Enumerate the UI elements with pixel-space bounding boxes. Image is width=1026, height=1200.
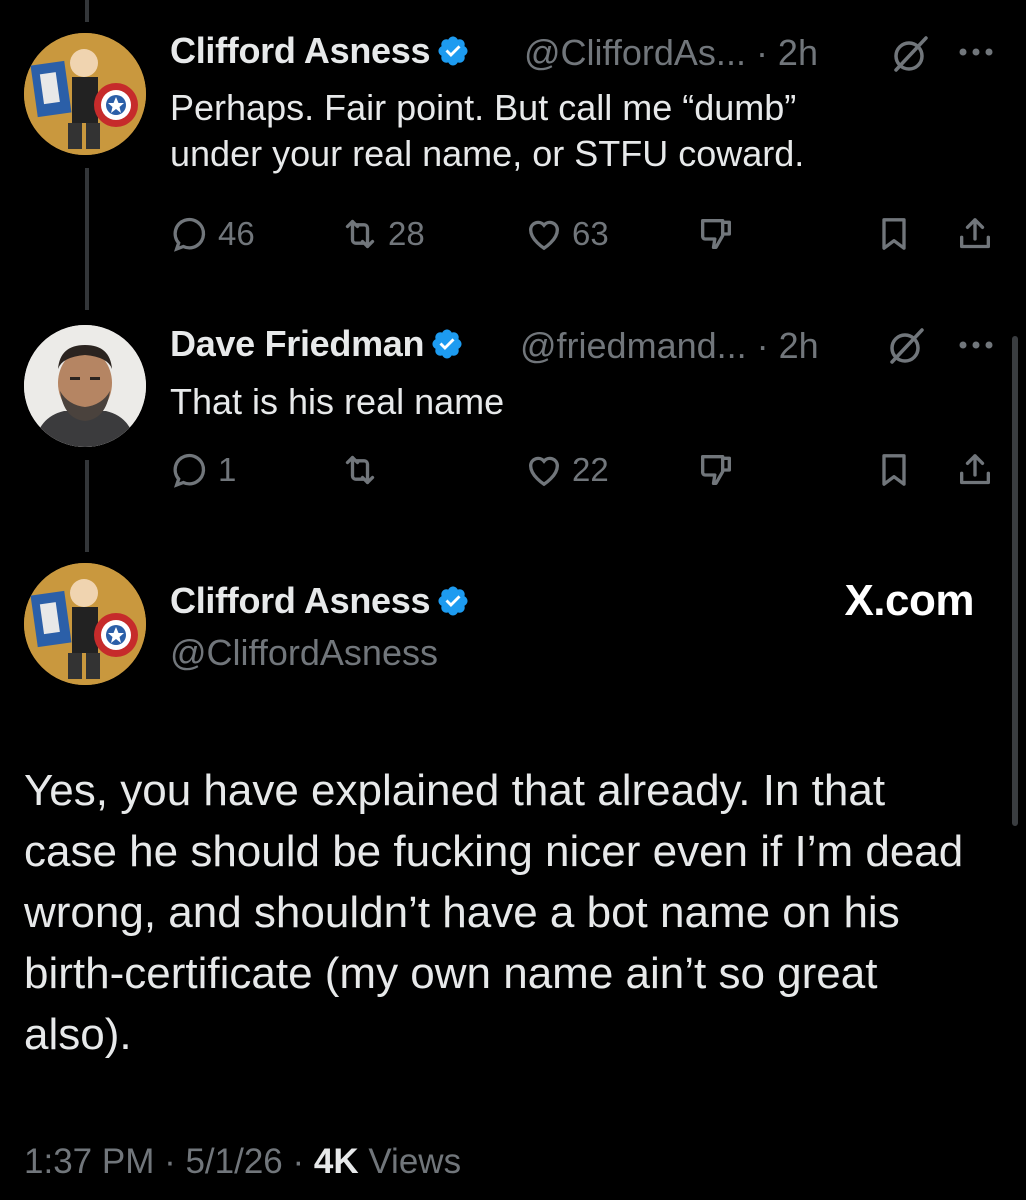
like-button[interactable]: 22: [524, 450, 609, 490]
dislike-icon: [701, 455, 731, 485]
tweet-text-line: That is his real name: [170, 381, 505, 422]
verified-icon: [432, 329, 462, 359]
reply-count: 1: [218, 451, 237, 488]
author-handle[interactable]: @CliffordAsness: [170, 632, 438, 674]
handle-timestamp[interactable]: @CliffordAs... · 2h: [524, 32, 818, 74]
repost-button[interactable]: [340, 450, 388, 490]
tweet-meta: 1:37 PM · 5/1/26 · 4K Views: [24, 1142, 461, 1182]
like-icon: [528, 456, 560, 487]
author-name[interactable]: Clifford Asness: [170, 30, 470, 72]
views-count: 4K: [313, 1142, 359, 1181]
more-icon[interactable]: [958, 46, 994, 58]
grok-icon[interactable]: [890, 34, 930, 74]
share-icon: [960, 218, 990, 249]
bookmark-button[interactable]: [874, 450, 914, 490]
thread-line-2: [85, 460, 89, 552]
repost-count: 28: [388, 215, 425, 252]
avatar[interactable]: [24, 563, 146, 685]
tweet-text: That is his real name: [170, 379, 504, 425]
like-count: 63: [572, 215, 609, 252]
reply-icon: [173, 217, 206, 252]
thread-line-1: [85, 168, 89, 310]
repost-icon: [345, 455, 375, 485]
repost-icon: [345, 219, 375, 249]
verified-icon: [438, 586, 468, 616]
avatar[interactable]: [24, 325, 146, 447]
dislike-button[interactable]: [696, 214, 736, 254]
avatar[interactable]: [24, 33, 146, 155]
grok-icon[interactable]: [886, 326, 926, 366]
share-icon: [960, 454, 990, 485]
dislike-icon: [701, 219, 731, 249]
like-button[interactable]: 63: [524, 214, 609, 254]
like-icon: [528, 220, 560, 251]
share-button[interactable]: [955, 450, 995, 490]
handle-timestamp[interactable]: @friedmand... · 2h: [520, 325, 819, 367]
brand-watermark: X.com: [844, 576, 974, 625]
views-label: Views: [358, 1142, 462, 1181]
bookmark-button[interactable]: [874, 214, 914, 254]
bookmark-icon: [882, 218, 906, 250]
author-name[interactable]: Clifford Asness: [170, 580, 470, 622]
reply-button[interactable]: 46: [170, 214, 255, 254]
thread-line-top: [85, 0, 89, 22]
author-name-text[interactable]: Clifford Asness: [170, 30, 431, 71]
share-button[interactable]: [955, 214, 995, 254]
author-name-text[interactable]: Clifford Asness: [170, 580, 431, 621]
reply-icon: [173, 453, 206, 488]
tweet-text-line: Perhaps. Fair point. But call me “dumb”: [170, 87, 797, 128]
main-tweet-text: Yes, you have explained that already. In…: [24, 766, 964, 1059]
reply-button[interactable]: 1: [170, 450, 236, 490]
repost-button[interactable]: 28: [340, 214, 425, 254]
like-count: 22: [572, 451, 609, 488]
dislike-button[interactable]: [696, 450, 736, 490]
bookmark-icon: [882, 454, 906, 486]
reply-count: 46: [218, 215, 255, 252]
tweet-text-line: under your real name, or STFU coward.: [170, 133, 805, 174]
author-name[interactable]: Dave Friedman: [170, 323, 464, 365]
scrollbar[interactable]: [1012, 336, 1018, 826]
verified-icon: [438, 36, 468, 66]
author-name-text[interactable]: Dave Friedman: [170, 323, 425, 364]
more-icon[interactable]: [958, 339, 994, 351]
timestamp[interactable]: 1:37 PM · 5/1/26 ·: [24, 1142, 314, 1181]
tweet-text: Perhaps. Fair point. But call me “dumb” …: [170, 85, 804, 177]
